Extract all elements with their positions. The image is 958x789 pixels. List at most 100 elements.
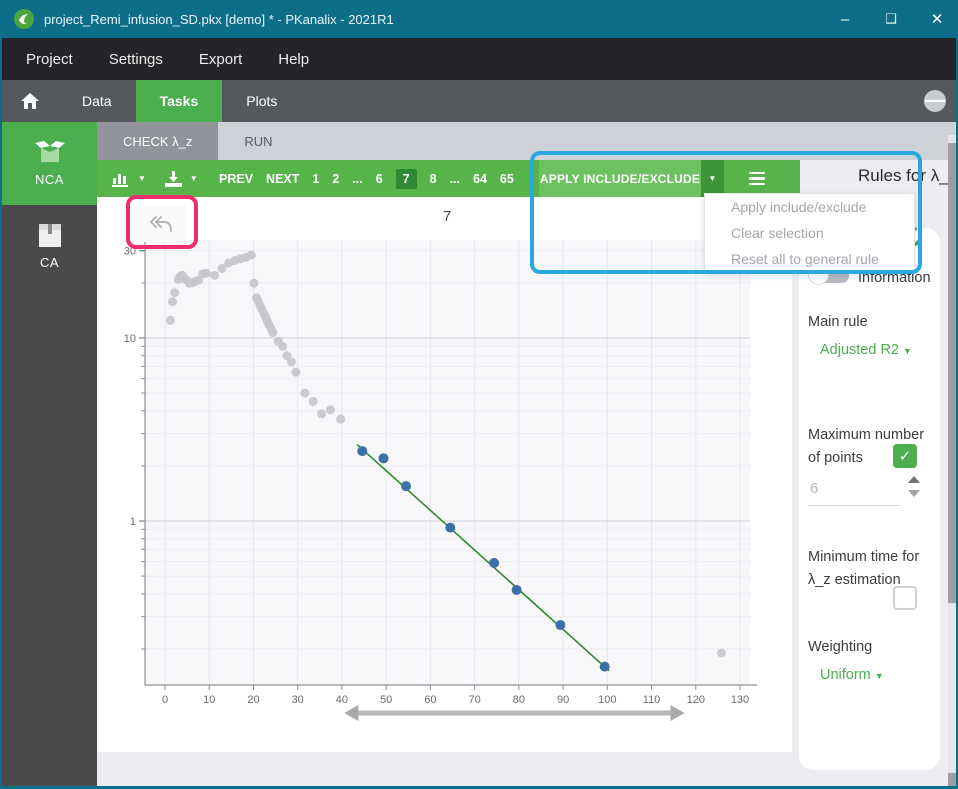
data-point-excluded[interactable] — [278, 342, 287, 351]
apply-dropdown-caret-icon[interactable]: ▼ — [701, 160, 724, 197]
home-button[interactable] — [2, 80, 58, 122]
y-tick-label: 30 — [124, 246, 136, 258]
slider-left-arrow-icon[interactable] — [344, 705, 358, 721]
sidebar: NCACA — [2, 122, 97, 787]
data-point-included[interactable] — [512, 585, 522, 595]
data-point-excluded[interactable] — [210, 271, 219, 280]
min-time-checkbox[interactable] — [893, 586, 917, 610]
chevron-down-icon: ▼ — [903, 346, 912, 356]
subtab-bar: CHECK λ_zRUN — [97, 122, 958, 160]
x-tick-label: 0 — [162, 694, 168, 706]
data-point-included[interactable] — [357, 446, 367, 456]
data-point-included[interactable] — [555, 620, 565, 630]
weighting-label: Weighting — [808, 639, 872, 655]
menu-item-help[interactable]: Help — [266, 38, 321, 80]
minimize-button[interactable]: – — [822, 0, 868, 38]
subtab-check-lambda-z[interactable]: CHECK λ_z — [97, 122, 218, 160]
slider-right-arrow-icon[interactable] — [671, 705, 685, 721]
chevron-down-icon: ▼ — [875, 671, 884, 681]
plot-area[interactable] — [145, 240, 750, 685]
chart-type-icon[interactable] — [111, 170, 131, 188]
data-point-excluded[interactable] — [717, 648, 726, 657]
comment-bubble-icon[interactable] — [924, 90, 946, 112]
data-point-excluded[interactable] — [300, 389, 309, 398]
page-button-65[interactable]: 65 — [500, 172, 514, 186]
main-rule-select[interactable]: Adjusted R2 ▼ — [820, 342, 912, 358]
data-point-excluded[interactable] — [166, 316, 175, 325]
page-next[interactable]: NEXT — [266, 172, 299, 186]
data-point-excluded[interactable] — [268, 328, 277, 337]
menu-item-apply-include-exclude[interactable]: Apply include/exclude — [705, 194, 914, 220]
data-point-excluded[interactable] — [336, 415, 345, 424]
data-point-included[interactable] — [445, 523, 455, 533]
data-point-included[interactable] — [600, 662, 610, 672]
x-tick-label: 40 — [336, 694, 348, 706]
weighting-select[interactable]: Uniform ▼ — [820, 667, 884, 683]
data-point-included[interactable] — [401, 481, 411, 491]
rules-panel: Information Main rule Adjusted R2 ▼ Maxi… — [799, 228, 940, 770]
data-point-excluded[interactable] — [326, 405, 335, 414]
page-button-2[interactable]: 2 — [332, 172, 339, 186]
data-point-excluded[interactable] — [291, 368, 300, 377]
x-tick-label: 130 — [731, 694, 749, 706]
data-point-excluded[interactable] — [170, 288, 179, 297]
data-point-included[interactable] — [489, 558, 499, 568]
menu-item-export[interactable]: Export — [187, 38, 254, 80]
export-download-icon[interactable] — [163, 170, 183, 188]
page-ellipsis: ... — [352, 172, 362, 186]
hamburger-menu-button[interactable] — [740, 160, 774, 197]
data-point-excluded[interactable] — [249, 279, 258, 288]
page-prev[interactable]: PREV — [219, 172, 253, 186]
spinner-up-icon[interactable] — [908, 476, 920, 483]
export-caret-icon[interactable]: ▼ — [190, 174, 198, 183]
maximize-button[interactable]: ❑ — [868, 0, 914, 38]
data-point-excluded[interactable] — [309, 397, 318, 406]
tab-tasks[interactable]: Tasks — [136, 80, 223, 122]
x-tick-label: 80 — [513, 694, 525, 706]
max-points-checkbox[interactable]: ✓ — [893, 444, 917, 468]
tab-data[interactable]: Data — [58, 80, 136, 122]
menu-item-settings[interactable]: Settings — [97, 38, 175, 80]
main-tab-bar: DataTasksPlots — [2, 80, 958, 122]
menu-item-project[interactable]: Project — [14, 38, 85, 80]
plot-title-subject-id: 7 — [443, 208, 451, 225]
lambda-z-plot-card: 0102030405060708090100110120130301017 — [97, 197, 792, 752]
x-tick-label: 60 — [424, 694, 436, 706]
x-tick-label: 110 — [643, 694, 661, 706]
menu-item-reset-all[interactable]: Reset all to general rule — [705, 246, 914, 272]
page-button-8[interactable]: 8 — [430, 172, 437, 186]
x-tick-label: 50 — [380, 694, 392, 706]
chart-type-caret-icon[interactable]: ▼ — [138, 174, 146, 183]
max-points-input[interactable]: 6 — [810, 480, 818, 497]
spinner-down-icon[interactable] — [908, 490, 920, 497]
page-button-64[interactable]: 64 — [473, 172, 487, 186]
y-tick-label: 1 — [130, 516, 136, 528]
x-tick-label: 70 — [468, 694, 480, 706]
data-point-included[interactable] — [379, 453, 389, 463]
page-button-7[interactable]: 7 — [396, 169, 417, 189]
close-button[interactable]: ✕ — [914, 0, 958, 38]
data-point-excluded[interactable] — [202, 269, 211, 278]
main-rule-label: Main rule — [808, 314, 868, 330]
sidebar-item-nca[interactable]: NCA — [2, 122, 97, 205]
menu-item-clear-selection[interactable]: Clear selection — [705, 220, 914, 246]
pkanalix-window: project_Remi_infusion_SD.pkx [demo] * - … — [0, 0, 958, 789]
tab-plots[interactable]: Plots — [222, 80, 301, 122]
data-point-excluded[interactable] — [247, 251, 256, 260]
data-point-excluded[interactable] — [317, 409, 326, 418]
plot-undo-button[interactable] — [137, 206, 185, 242]
plot-toolbar: ▼ ▼ PREV NEXT 12... 678... 64 65 APPLY INCLUD… — [97, 160, 800, 197]
data-point-excluded[interactable] — [168, 297, 177, 306]
page-button-6[interactable]: 6 — [376, 172, 383, 186]
apply-include-exclude-button[interactable]: APPLY INCLUDE/EXCLUDE — [539, 160, 701, 197]
undo-icon — [148, 214, 174, 234]
y-tick-label: 10 — [124, 333, 136, 345]
x-tick-label: 120 — [687, 694, 705, 706]
page-ellipsis: ... — [450, 172, 460, 186]
sidebar-item-ca[interactable]: CA — [2, 205, 97, 288]
window-title: project_Remi_infusion_SD.pkx [demo] * - … — [44, 12, 822, 27]
vertical-scrollbar-thumb[interactable] — [948, 143, 958, 603]
page-button-1[interactable]: 1 — [312, 172, 319, 186]
data-point-excluded[interactable] — [287, 357, 296, 366]
subtab-run[interactable]: RUN — [218, 122, 298, 160]
